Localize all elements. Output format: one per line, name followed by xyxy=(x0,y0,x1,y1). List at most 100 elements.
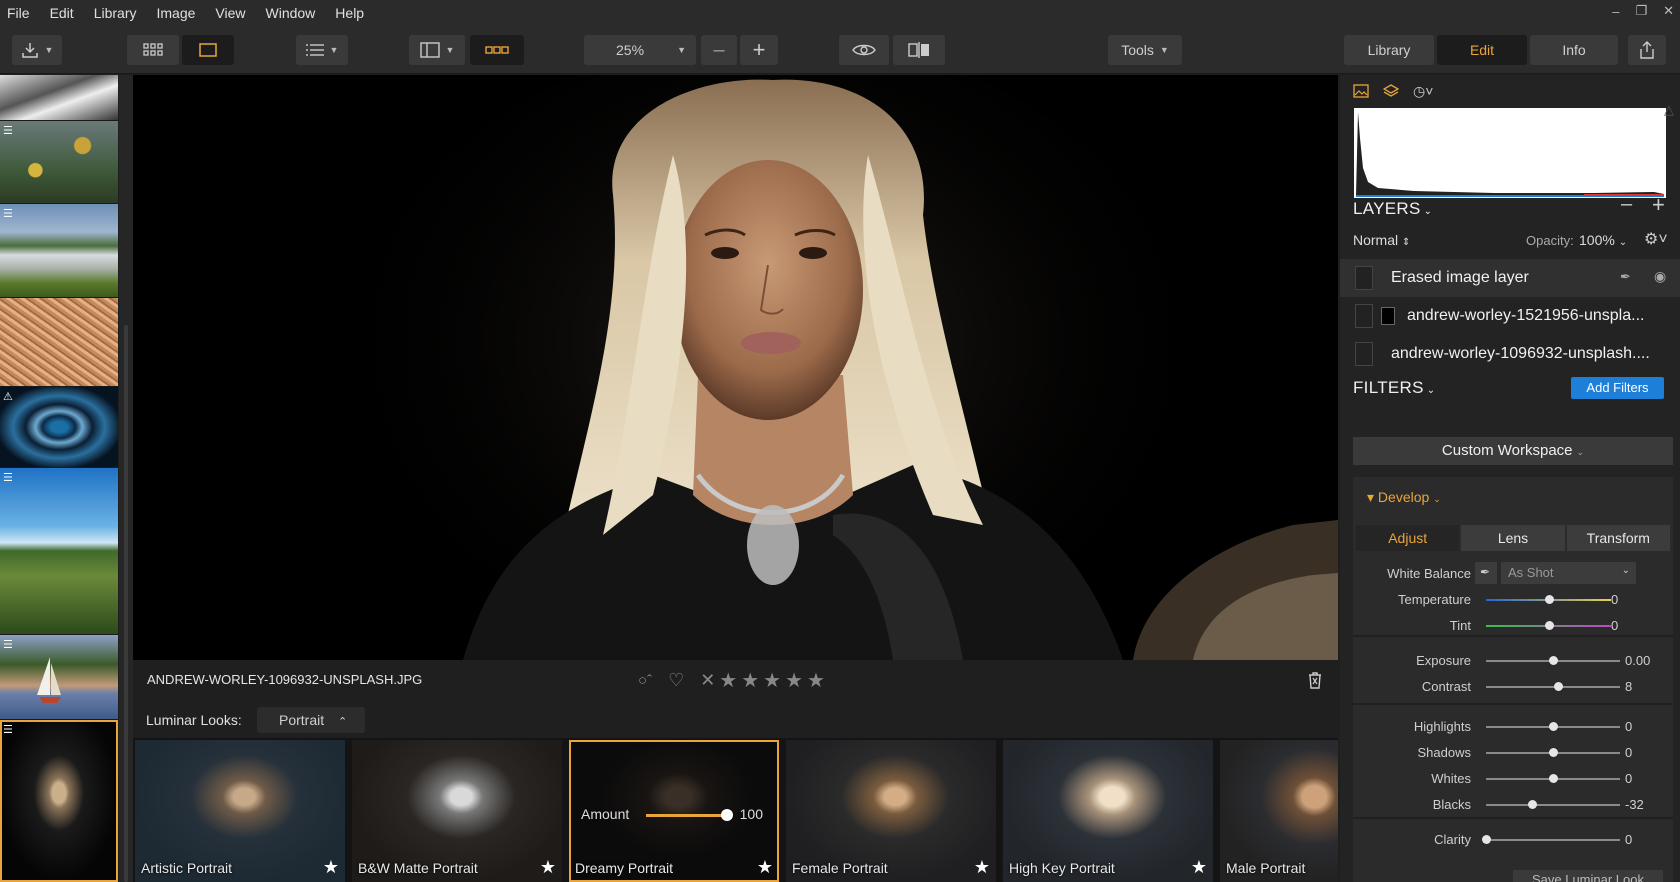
white-balance-select[interactable]: As Shot ⌄ xyxy=(1501,562,1636,584)
minimize-icon[interactable]: – xyxy=(1612,4,1619,19)
film-thumb[interactable] xyxy=(0,75,118,120)
library-tab-button[interactable]: Library xyxy=(1344,35,1434,65)
eye-icon[interactable]: ◉ xyxy=(1654,268,1666,285)
film-thumb[interactable]: ⚠ xyxy=(0,387,118,467)
menu-file[interactable]: File xyxy=(0,0,40,26)
histogram-warning-icon[interactable]: △ xyxy=(1664,102,1674,118)
image-canvas[interactable] xyxy=(133,75,1338,660)
workspace-select[interactable]: Custom Workspace ⌄ xyxy=(1353,437,1673,465)
filmstrip-toggle-button[interactable] xyxy=(470,35,524,65)
trash-icon[interactable] xyxy=(1308,671,1322,689)
slider-handle[interactable] xyxy=(1549,722,1558,731)
heart-icon[interactable]: ♡ xyxy=(668,670,684,691)
menu-edit[interactable]: Edit xyxy=(40,0,84,26)
layer-settings-icon[interactable]: ⚙˅ xyxy=(1644,229,1668,249)
layer-row[interactable]: Erased image layer ✒ ◉ xyxy=(1340,259,1680,297)
star-2-icon[interactable]: ★ xyxy=(741,668,759,693)
filmstrip-scrollbar[interactable] xyxy=(119,75,133,882)
zoom-in-button[interactable]: + xyxy=(740,35,778,65)
film-thumb[interactable]: ☰ xyxy=(0,635,118,719)
menu-help[interactable]: Help xyxy=(325,0,374,26)
film-thumb[interactable] xyxy=(0,298,118,386)
star-icon[interactable]: ★ xyxy=(1191,857,1207,878)
slider-track[interactable] xyxy=(1486,839,1620,841)
preview-button[interactable] xyxy=(839,35,889,65)
eyedropper-button[interactable]: ✒ xyxy=(1475,562,1497,584)
zoom-select[interactable]: 25% ▼ xyxy=(584,35,696,65)
slider-handle[interactable] xyxy=(1549,748,1558,757)
sort-button[interactable]: ▼ xyxy=(296,35,348,65)
tab-adjust[interactable]: Adjust xyxy=(1356,525,1460,551)
look-thumb[interactable]: B&W Matte Portrait ★ xyxy=(352,740,562,882)
look-thumb[interactable]: Male Portrait xyxy=(1220,740,1338,882)
look-thumb[interactable]: Female Portrait ★ xyxy=(786,740,996,882)
save-look-button[interactable]: Save Luminar Look xyxy=(1513,870,1663,882)
slider-value: 0 xyxy=(1625,771,1633,786)
sidebar-icon xyxy=(419,42,440,58)
history-icon[interactable]: ◷˅ xyxy=(1413,83,1433,100)
star-icon[interactable]: ★ xyxy=(323,857,339,878)
remove-layer-button[interactable]: – xyxy=(1621,193,1632,216)
slider-handle[interactable] xyxy=(1544,595,1554,604)
film-thumb-selected[interactable]: ☰ xyxy=(0,720,118,882)
image-icon[interactable] xyxy=(1353,84,1369,98)
amount-slider-track[interactable] xyxy=(646,814,726,817)
layer-row[interactable]: andrew-worley-1521956-unspla... xyxy=(1340,297,1680,335)
reject-icon[interactable]: ✕ xyxy=(700,670,715,691)
star-icon[interactable]: ★ xyxy=(974,857,990,878)
scrollbar-thumb[interactable] xyxy=(124,325,128,882)
menu-window[interactable]: Window xyxy=(256,0,326,26)
look-thumb-selected[interactable]: Amount 100 Dreamy Portrait ★ xyxy=(569,740,779,882)
single-view-button[interactable] xyxy=(182,35,234,65)
look-thumb[interactable]: High Key Portrait ★ xyxy=(1003,740,1213,882)
look-thumb[interactable]: Artistic Portrait ★ xyxy=(135,740,345,882)
tab-lens[interactable]: Lens xyxy=(1461,525,1565,551)
restore-icon[interactable]: ❐ xyxy=(1635,3,1647,19)
slider-handle[interactable] xyxy=(1544,621,1554,630)
tab-transform[interactable]: Transform xyxy=(1566,525,1670,551)
amount-slider-handle[interactable] xyxy=(721,809,733,821)
menu-view[interactable]: View xyxy=(205,0,255,26)
opacity-select[interactable]: 100% ⌄ xyxy=(1579,232,1627,248)
star-icon[interactable]: ★ xyxy=(757,857,773,878)
slider-track[interactable] xyxy=(1486,686,1620,688)
color-label-icon[interactable]: ○ˆ xyxy=(638,672,652,689)
slider-handle[interactable] xyxy=(1482,835,1491,844)
menu-image[interactable]: Image xyxy=(146,0,205,26)
film-thumb[interactable]: ☰ xyxy=(0,468,118,634)
film-thumb[interactable]: ☰ xyxy=(0,204,118,297)
develop-filter-header[interactable]: ▾ Develop ⌄ xyxy=(1353,477,1673,517)
filters-title[interactable]: FILTERS ⌄ xyxy=(1353,378,1435,398)
slider-handle[interactable] xyxy=(1554,682,1564,691)
layer-row[interactable]: andrew-worley-1096932-unsplash.... xyxy=(1340,335,1680,373)
star-1-icon[interactable]: ★ xyxy=(719,668,737,693)
star-icon[interactable]: ★ xyxy=(540,857,556,878)
brush-icon[interactable]: ✒ xyxy=(1620,269,1631,285)
import-button[interactable]: ▼ xyxy=(12,35,62,65)
blend-mode-select[interactable]: Normal ⇕ xyxy=(1353,232,1410,248)
looks-category-select[interactable]: Portrait ⌃ xyxy=(257,707,365,733)
slider-handle[interactable] xyxy=(1549,774,1558,783)
add-filters-button[interactable]: Add Filters xyxy=(1571,377,1664,399)
slider-track[interactable] xyxy=(1486,804,1620,806)
layers-icon[interactable] xyxy=(1383,84,1399,98)
close-icon[interactable]: ✕ xyxy=(1663,3,1674,19)
tools-button[interactable]: Tools ▼ xyxy=(1108,35,1182,65)
star-4-icon[interactable]: ★ xyxy=(785,668,803,693)
slider-handle[interactable] xyxy=(1549,656,1558,665)
star-3-icon[interactable]: ★ xyxy=(763,668,781,693)
slider-value: 0 xyxy=(1625,832,1633,847)
layers-title[interactable]: LAYERS ⌄ xyxy=(1353,199,1432,219)
sidebar-toggle-button[interactable]: ▼ xyxy=(409,35,465,65)
compare-button[interactable] xyxy=(893,35,945,65)
film-thumb[interactable]: ☰ xyxy=(0,121,118,203)
info-tab-button[interactable]: Info xyxy=(1530,35,1618,65)
menu-library[interactable]: Library xyxy=(84,0,147,26)
add-layer-button[interactable]: + xyxy=(1652,192,1665,218)
zoom-out-button[interactable]: – xyxy=(701,35,737,65)
gallery-view-button[interactable] xyxy=(127,35,179,65)
edit-tab-button[interactable]: Edit xyxy=(1437,35,1527,65)
slider-handle[interactable] xyxy=(1527,800,1537,809)
star-5-icon[interactable]: ★ xyxy=(807,668,825,693)
share-button[interactable] xyxy=(1628,35,1666,65)
